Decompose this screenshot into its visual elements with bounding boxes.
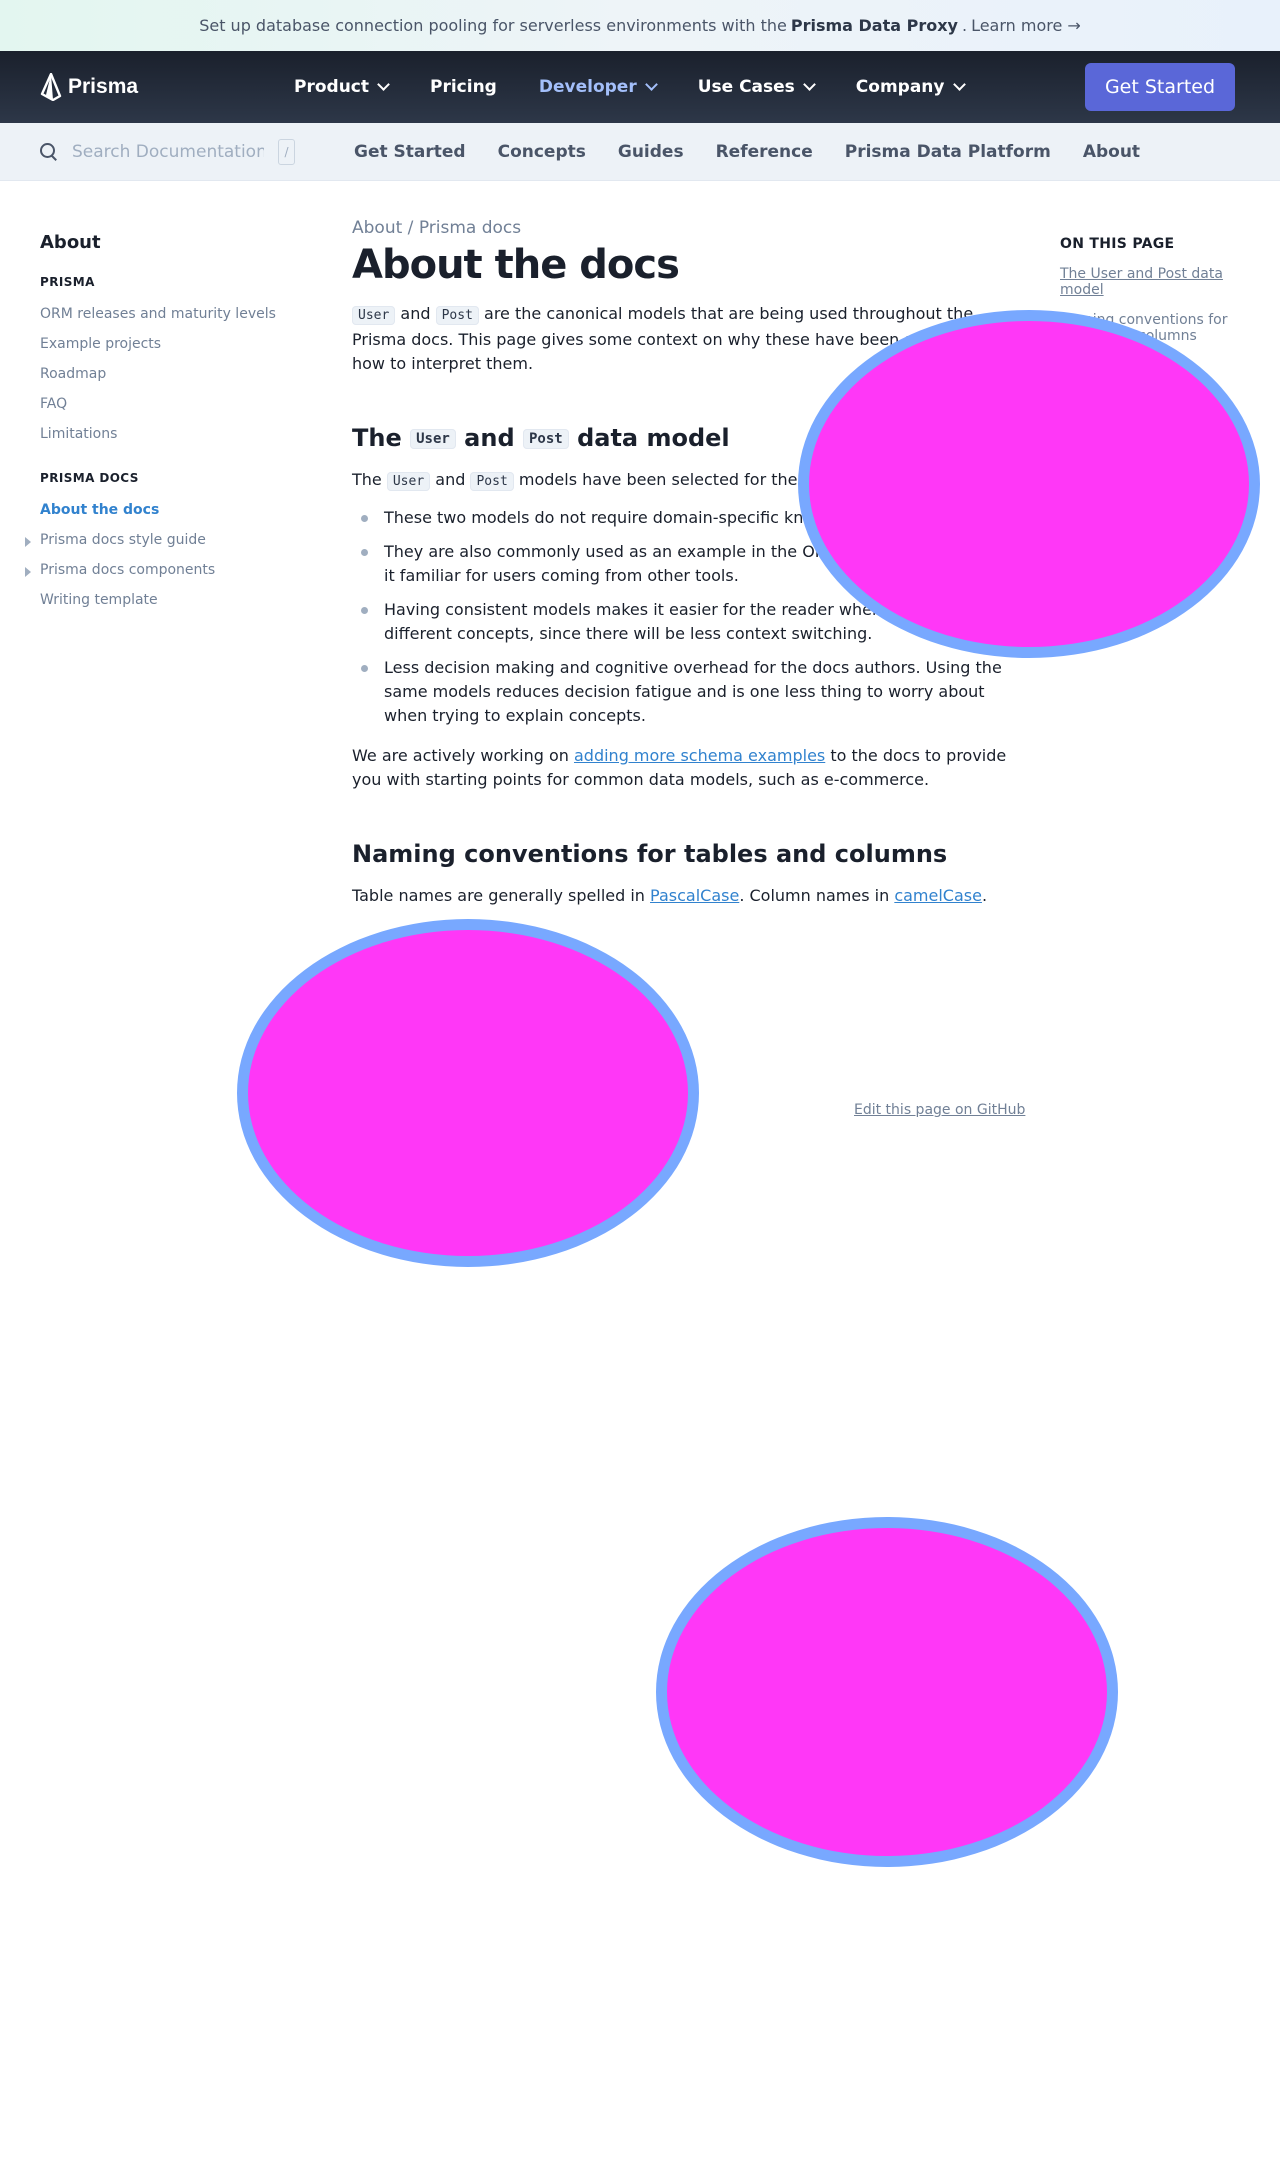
sidebar-section-heading: PRISMA (40, 275, 95, 289)
sidebar-item-example-projects[interactable]: Example projects (40, 329, 300, 359)
chevron-down-icon (802, 78, 816, 91)
inline-code: Post (435, 306, 479, 325)
toc-link-user-post-model[interactable]: The User and Post data model (1060, 266, 1240, 298)
sidebar-item-label: Prisma docs style guide (40, 532, 206, 548)
docs-search[interactable]: / (40, 139, 295, 165)
lead-text: and (435, 470, 466, 489)
tab-reference[interactable]: Reference (716, 142, 813, 162)
nav-product-label: Product (294, 77, 369, 97)
top-navbar: Prisma Product Pricing Developer Use Cas… (0, 51, 1280, 123)
docs-tabs: Get Started Concepts Guides Reference Pr… (354, 123, 1172, 181)
breadcrumb: About / Prisma docs (352, 218, 1020, 238)
banner-highlight: Prisma Data Proxy (790, 16, 958, 35)
nav-company[interactable]: Company (855, 77, 966, 97)
nav-company-label: Company (855, 77, 945, 97)
docs-subnav: / Get Started Concepts Guides Reference … (0, 123, 1280, 181)
tab-guides[interactable]: Guides (618, 142, 684, 162)
get-started-button[interactable]: Get Started (1085, 63, 1235, 111)
chevron-down-icon (377, 78, 390, 91)
banner-learn-more-link[interactable]: Learn more → (971, 16, 1081, 35)
caret-right-icon[interactable] (25, 537, 31, 547)
breadcrumb-about[interactable]: About (352, 218, 402, 238)
main-nav: Product Pricing Developer Use Cases Comp… (294, 51, 1006, 123)
paragraph-text: . Column names in (739, 886, 890, 905)
heading-text: and (464, 424, 515, 452)
paragraph-text: Table names are generally spelled in (352, 886, 645, 905)
sidebar-item-writing-template[interactable]: Writing template (40, 585, 300, 615)
heading-text: data model (577, 424, 730, 452)
sidebar-item-style-guide[interactable]: Prisma docs style guide (25, 525, 300, 555)
search-shortcut-key: / (278, 139, 295, 165)
tab-concepts[interactable]: Concepts (498, 142, 586, 162)
nav-developer-label: Developer (538, 77, 637, 97)
announcement-banner[interactable]: Set up database connection pooling for s… (0, 0, 1280, 51)
breadcrumb-separator: / (407, 218, 414, 238)
intro-text: and (400, 304, 431, 323)
magenta-ellipse-overlay (798, 310, 1260, 658)
list-item: Less decision making and cognitive overh… (352, 656, 1020, 728)
nav-use-cases-label: Use Cases (697, 77, 795, 97)
naming-paragraph: Table names are generally spelled in Pas… (352, 884, 1020, 908)
nav-developer[interactable]: Developer (538, 77, 658, 97)
lead-text: The (352, 470, 382, 489)
page-title: About the docs (352, 242, 680, 288)
inline-code: Post (523, 429, 569, 449)
toc-title: ON THIS PAGE (1060, 236, 1175, 252)
sidebar-item-limitations[interactable]: Limitations (40, 419, 300, 449)
tab-get-started[interactable]: Get Started (354, 142, 466, 162)
section-heading-naming-conventions: Naming conventions for tables and column… (352, 840, 948, 868)
pascalcase-link[interactable]: PascalCase (650, 886, 739, 905)
nav-pricing-label: Pricing (430, 77, 497, 97)
breadcrumb-prisma-docs[interactable]: Prisma docs (419, 218, 521, 238)
search-input[interactable] (72, 142, 264, 162)
banner-text: Set up database connection pooling for s… (199, 16, 787, 35)
magenta-ellipse-overlay (237, 919, 699, 1267)
tab-prisma-data-platform[interactable]: Prisma Data Platform (845, 142, 1051, 162)
schema-examples-link[interactable]: adding more schema examples (574, 746, 825, 765)
tab-about[interactable]: About (1083, 142, 1140, 162)
inline-code: User (386, 472, 431, 491)
nav-use-cases[interactable]: Use Cases (697, 77, 816, 97)
sidebar-item-label: Prisma docs components (40, 562, 216, 578)
closing-paragraph: We are actively working on adding more s… (352, 744, 1020, 792)
prisma-logo[interactable]: Prisma (40, 73, 138, 101)
nav-product[interactable]: Product (294, 77, 390, 97)
inline-code: User (410, 429, 456, 449)
sidebar-item-orm-releases[interactable]: ORM releases and maturity levels (40, 299, 300, 329)
sidebar-item-roadmap[interactable]: Roadmap (40, 359, 300, 389)
paragraph-text: . (981, 886, 988, 905)
magenta-ellipse-overlay (656, 1517, 1118, 1867)
logo-text: Prisma (68, 75, 139, 98)
sidebar-item-faq[interactable]: FAQ (40, 389, 300, 419)
caret-right-icon[interactable] (25, 567, 31, 577)
sidebar-item-docs-components[interactable]: Prisma docs components (25, 555, 300, 585)
camelcase-link[interactable]: camelCase (894, 886, 982, 905)
edit-on-github-link[interactable]: Edit this page on GitHub (854, 1102, 1025, 1118)
search-icon (40, 143, 58, 161)
inline-code: Post (470, 472, 514, 491)
sidebar-title: About (40, 232, 101, 253)
banner-text-after: . (961, 16, 968, 35)
docs-sidebar: About PRISMA ORM releases and maturity l… (25, 232, 300, 615)
sidebar-section-heading: PRISMA DOCS (40, 471, 139, 485)
nav-pricing[interactable]: Pricing (430, 77, 497, 97)
paragraph-text: We are actively working on (352, 746, 569, 765)
sidebar-item-about-the-docs[interactable]: About the docs (40, 495, 300, 525)
chevron-down-icon (644, 78, 658, 91)
inline-code: User (352, 306, 396, 325)
heading-text: The (352, 424, 402, 452)
prisma-logo-icon (40, 73, 62, 101)
chevron-down-icon (952, 78, 966, 91)
